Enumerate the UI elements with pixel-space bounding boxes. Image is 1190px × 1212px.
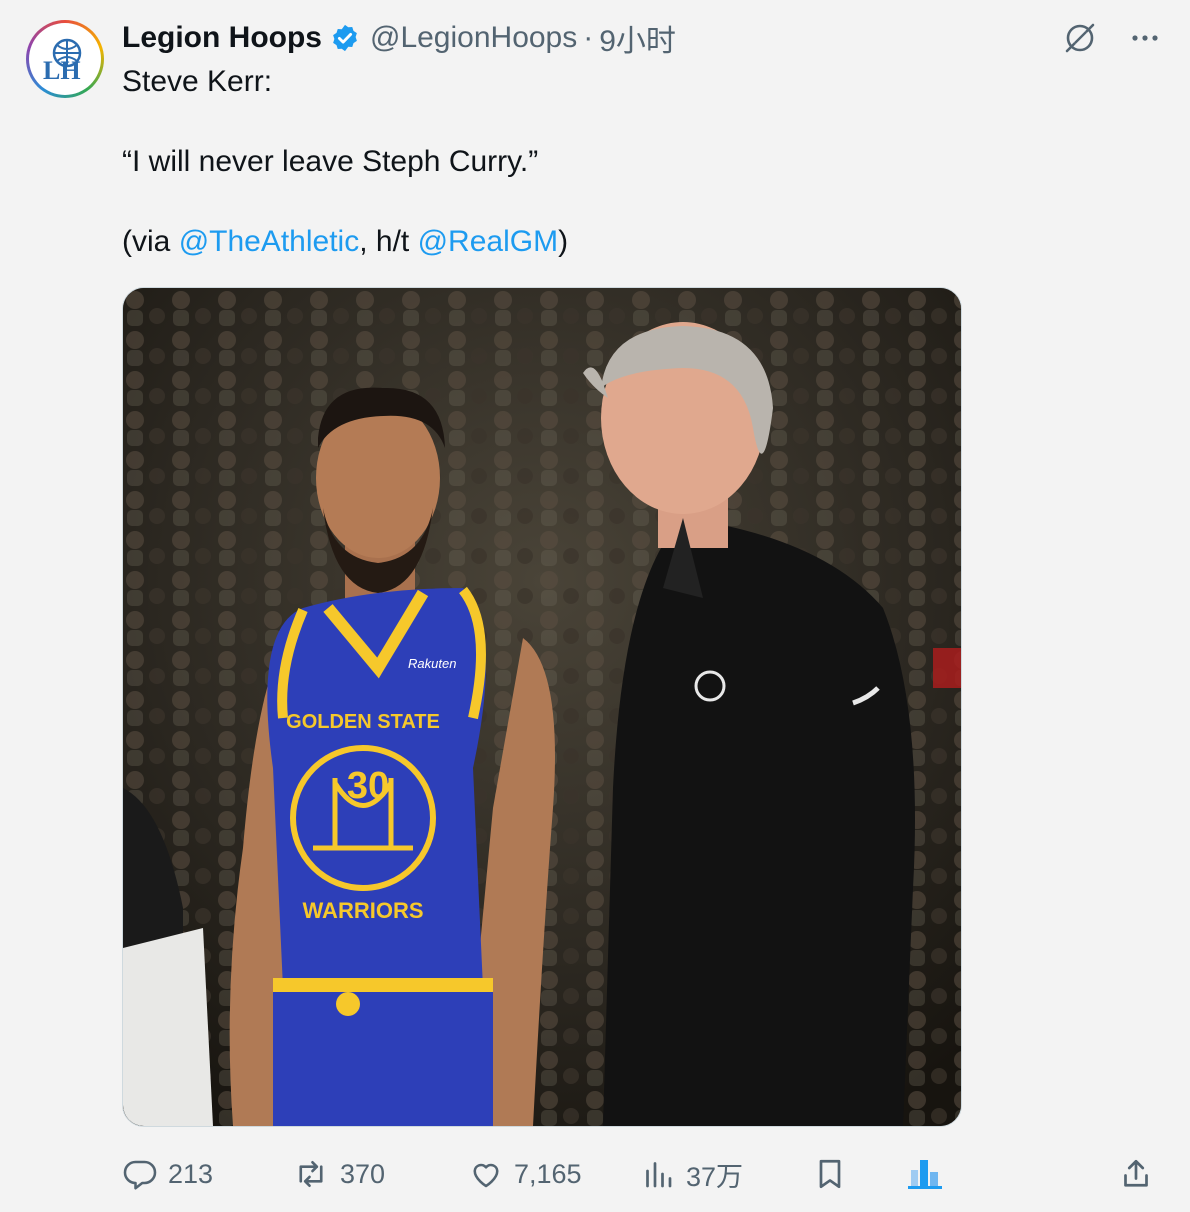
share-button[interactable] (1118, 1152, 1164, 1196)
repost-icon (299, 1160, 323, 1188)
tweet-quote: “I will never leave Steph Curry.” (122, 145, 539, 178)
author-name[interactable]: Legion Hoops (122, 21, 322, 55)
tweet-top-actions (1062, 20, 1162, 56)
tweet-action-bar: 213 370 7,165 37万 (122, 1152, 1162, 1196)
bar-chart-icon (908, 1160, 942, 1189)
via-middle: , h/t (359, 225, 418, 258)
jersey-sponsor-text: Rakuten (408, 656, 456, 671)
repost-button[interactable]: 370 (292, 1152, 385, 1196)
stats-chart-button[interactable] (908, 1152, 954, 1196)
bookmark-button[interactable] (812, 1152, 858, 1196)
header-separator: · (583, 21, 594, 54)
reply-icon (123, 1160, 157, 1190)
legion-hoops-logo: LH (43, 38, 82, 85)
tweet-header: Legion Hoops @LegionHoops · 9小时 (122, 18, 676, 58)
tweet-text: Steve Kerr: “I will never leave Steph Cu… (122, 62, 982, 262)
views-button[interactable]: 37万 (640, 1152, 743, 1196)
avatar-logo-text: LH (43, 56, 81, 85)
jersey-team-bottom-text: WARRIORS (303, 898, 424, 923)
jersey-team-top-text: GOLDEN STATE (286, 711, 440, 733)
like-button[interactable]: 7,165 (468, 1152, 582, 1196)
jersey-number: 30 (347, 765, 389, 807)
like-count: 7,165 (514, 1158, 582, 1189)
tweet-media-photo[interactable]: GOLDEN STATE 30 WARRIORS Rakuten (122, 287, 962, 1127)
like-icon (473, 1163, 499, 1188)
via-prefix: (via (122, 225, 179, 258)
more-icon[interactable] (1128, 21, 1162, 55)
grok-icon[interactable] (1062, 20, 1098, 56)
tweet-via-line: (via @TheAthletic, h/t @RealGM) (122, 222, 982, 262)
tweet-time[interactable]: 9小时 (599, 16, 676, 60)
bookmark-icon (819, 1159, 841, 1189)
share-icon (1124, 1159, 1148, 1187)
verified-badge-icon (333, 24, 357, 52)
views-count: 37万 (686, 1161, 744, 1192)
mention-theathletic[interactable]: @TheAthletic (179, 225, 360, 258)
via-suffix: ) (558, 225, 569, 258)
curry-and-kerr-photo: GOLDEN STATE 30 WARRIORS Rakuten (123, 288, 961, 1126)
views-icon (646, 1162, 672, 1188)
author-avatar[interactable]: LH (26, 20, 104, 98)
reply-count: 213 (168, 1158, 214, 1189)
repost-count: 370 (340, 1158, 386, 1189)
reply-button[interactable]: 213 (122, 1152, 213, 1196)
tweet-line-1: Steve Kerr: (122, 65, 273, 98)
mention-realgm[interactable]: @RealGM (418, 225, 558, 258)
author-handle[interactable]: @LegionHoops (370, 21, 577, 55)
